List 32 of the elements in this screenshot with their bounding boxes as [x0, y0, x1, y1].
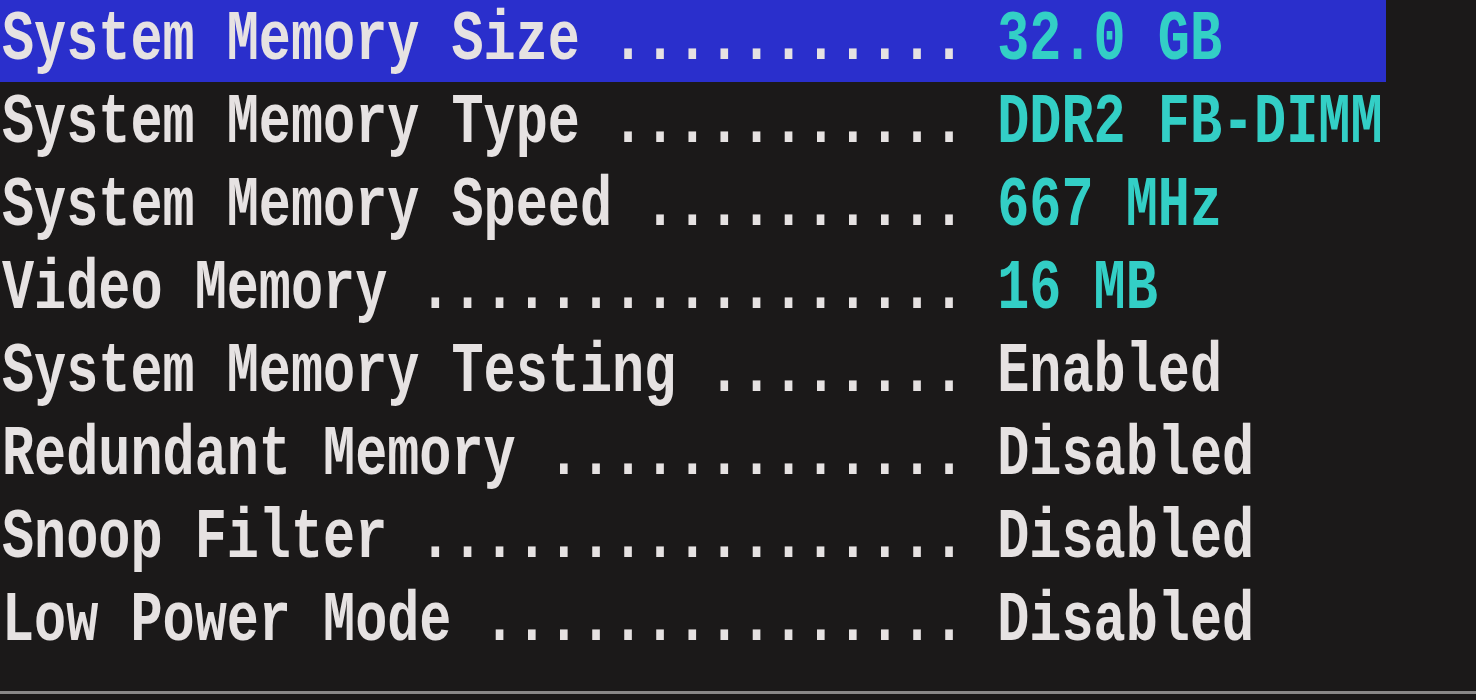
setting-value: 667 MHz [997, 171, 1222, 242]
setting-value: 32.0 GB [997, 6, 1222, 76]
menu-row[interactable]: System Memory Speed .......... 667 MHz [0, 165, 1386, 248]
setting-label: Video Memory [2, 254, 388, 325]
setting-label: Snoop Filter [2, 503, 388, 574]
dot-leader: ........... [612, 6, 966, 76]
dot-leader: ................. [419, 503, 966, 574]
setting-label: System Memory Testing [2, 337, 677, 408]
menu-row[interactable]: Video Memory ................. 16 MB [0, 248, 1386, 331]
menu-row[interactable]: Low Power Mode ............... Disabled [0, 580, 1386, 663]
setting-value: Disabled [997, 503, 1255, 574]
menu-row[interactable]: Snoop Filter ................. Disabled [0, 497, 1386, 580]
dot-leader: ........ [708, 337, 966, 408]
setting-value: Disabled [997, 586, 1255, 657]
setting-value: DDR2 FB-DIMM [997, 88, 1383, 159]
dot-leader: ............. [547, 420, 966, 491]
setting-label: Redundant Memory [2, 420, 516, 491]
menu-row[interactable]: System Memory Type ........... DDR2 FB-DIMM [0, 82, 1386, 165]
dot-leader: .......... [644, 171, 966, 242]
menu-row[interactable]: System Memory Size ........... 32.0 GB [0, 0, 1386, 82]
dot-leader: ........... [612, 88, 966, 159]
setting-value: Enabled [997, 337, 1222, 408]
dot-leader: ............... [483, 586, 966, 657]
setting-label: System Memory Speed [2, 171, 612, 242]
setting-value: Disabled [997, 420, 1255, 491]
setting-label: Low Power Mode [2, 586, 452, 657]
setting-label: System Memory Type [2, 88, 580, 159]
dot-leader: ................. [419, 254, 966, 325]
menu-row[interactable]: System Memory Testing ........ Enabled [0, 331, 1386, 414]
setting-label: System Memory Size [2, 6, 580, 76]
menu-row[interactable]: Redundant Memory ............. Disabled [0, 414, 1386, 497]
setting-value: 16 MB [997, 254, 1158, 325]
